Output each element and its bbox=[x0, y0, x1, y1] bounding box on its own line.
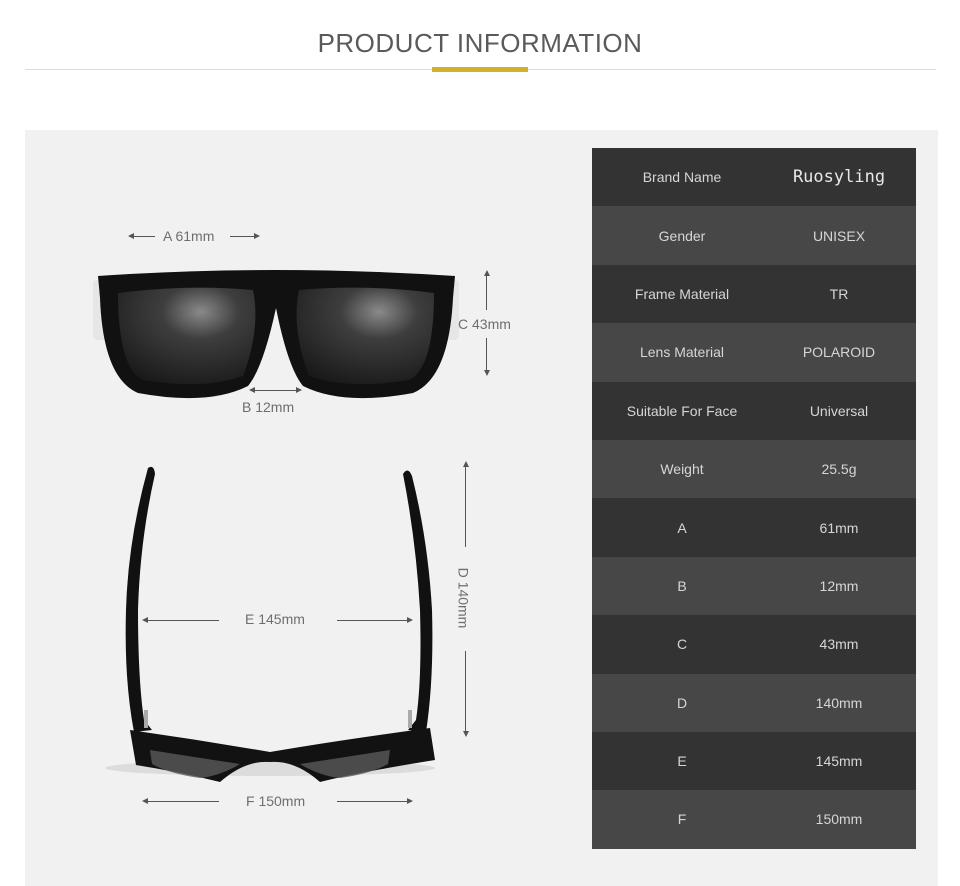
dim-c-label: C 43mm bbox=[458, 316, 511, 332]
spec-row-frame-material: Frame Material TR bbox=[592, 264, 916, 324]
dim-b-line bbox=[254, 390, 296, 391]
spec-value: 12mm bbox=[819, 577, 859, 594]
spec-key: Weight bbox=[660, 461, 704, 478]
spec-value: POLAROID bbox=[802, 344, 876, 361]
spec-row-weight: Weight 25.5g bbox=[592, 439, 916, 499]
page-title: PRODUCT INFORMATION bbox=[317, 28, 643, 58]
spec-row-suitable-face: Suitable For Face Universal bbox=[592, 381, 916, 440]
spec-key: Brand Name bbox=[642, 169, 722, 186]
spec-value: 140mm bbox=[815, 694, 863, 711]
spec-row-a: A 61mm bbox=[592, 498, 916, 557]
dim-e-label: E 145mm bbox=[245, 611, 305, 627]
spec-value: UNISEX bbox=[812, 227, 866, 244]
dim-a-line-right bbox=[230, 236, 254, 237]
dim-e-line-right bbox=[337, 620, 407, 621]
title-accent-bar bbox=[432, 67, 528, 72]
dim-a-line-left bbox=[133, 236, 155, 237]
spec-table: Brand Name Ruosyling Gender UNISEX Frame… bbox=[592, 148, 916, 849]
dim-c-line-bottom bbox=[486, 338, 487, 370]
spec-value: Ruosyling bbox=[792, 167, 886, 188]
spec-row-gender: Gender UNISEX bbox=[592, 206, 916, 265]
spec-row-brand-name: Brand Name Ruosyling bbox=[592, 148, 916, 207]
spec-key: Suitable For Face bbox=[626, 402, 738, 419]
dim-d-arrow-up bbox=[463, 461, 469, 467]
dim-d-line-bottom bbox=[465, 651, 466, 731]
dim-c-line-top bbox=[486, 276, 487, 310]
spec-row-lens-material: Lens Material POLAROID bbox=[592, 323, 916, 382]
dim-b-arrow-right bbox=[296, 387, 302, 393]
dim-f-label: F 150mm bbox=[246, 793, 306, 809]
dim-e-arrow-right bbox=[407, 617, 413, 623]
dim-f-line-right bbox=[337, 801, 407, 802]
dim-b-label: B 12mm bbox=[242, 399, 295, 415]
spec-key: F bbox=[677, 811, 687, 828]
dim-c-arrow-up bbox=[484, 270, 490, 276]
dim-d-label: D 140mm bbox=[455, 567, 472, 629]
dim-e-line-left bbox=[147, 620, 219, 621]
spec-value: 43mm bbox=[819, 636, 859, 653]
spec-row-e: E 145mm bbox=[592, 731, 916, 791]
spec-value: 145mm bbox=[815, 753, 863, 770]
spec-row-c: C 43mm bbox=[592, 615, 916, 674]
spec-row-b: B 12mm bbox=[592, 556, 916, 616]
dim-a-label: A 61mm bbox=[163, 228, 215, 244]
spec-value: 61mm bbox=[819, 519, 859, 536]
spec-key: Lens Material bbox=[639, 344, 725, 361]
spec-value: 150mm bbox=[815, 811, 863, 828]
dim-f-line-left bbox=[147, 801, 219, 802]
spec-value: 25.5g bbox=[821, 461, 857, 478]
dim-d-arrow-down bbox=[463, 731, 469, 737]
spec-row-d: D 140mm bbox=[592, 673, 916, 732]
spec-key: A bbox=[677, 519, 687, 536]
dim-d-line-top bbox=[465, 467, 466, 547]
sunglasses-top-image bbox=[105, 466, 435, 782]
dim-a-arrow-right bbox=[254, 233, 260, 239]
spec-row-f: F 150mm bbox=[592, 790, 916, 849]
spec-key: E bbox=[677, 753, 687, 770]
spec-key: Frame Material bbox=[634, 285, 730, 302]
dim-f-arrow-right bbox=[407, 798, 413, 804]
dim-c-arrow-down bbox=[484, 370, 490, 376]
spec-key: D bbox=[676, 694, 688, 711]
spec-value: TR bbox=[829, 285, 849, 302]
spec-value: Universal bbox=[809, 402, 869, 419]
sunglasses-front-image bbox=[93, 270, 459, 399]
spec-key: B bbox=[677, 577, 687, 594]
spec-key: Gender bbox=[658, 227, 706, 244]
spec-key: C bbox=[676, 636, 688, 653]
